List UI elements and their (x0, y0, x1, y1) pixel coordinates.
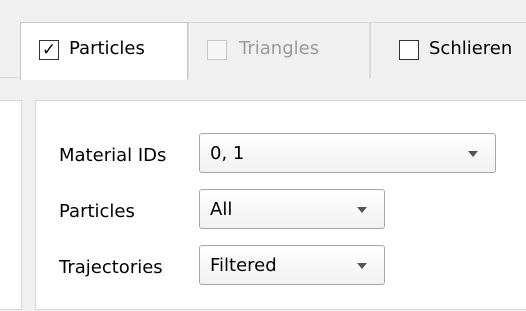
trajectories-label: Trajectories (59, 257, 163, 278)
material-ids-value: 0, 1 (210, 143, 245, 164)
tab-triangles-label: Triangles (239, 38, 320, 59)
tab-schlieren-label: Schlieren (429, 38, 513, 59)
tab-particles-label: Particles (69, 38, 145, 59)
chevron-down-icon (357, 263, 367, 269)
trajectories-dropdown[interactable]: Filtered (199, 245, 385, 285)
particles-label: Particles (59, 201, 135, 222)
material-ids-label: Material IDs (59, 145, 167, 166)
trajectories-value: Filtered (210, 255, 277, 276)
tab-schlieren[interactable]: Schlieren (370, 22, 526, 78)
schlieren-checkbox[interactable] (399, 40, 419, 60)
triangles-checkbox (207, 40, 227, 60)
adjacent-panel-edge (0, 100, 22, 310)
particles-dropdown[interactable]: All (199, 189, 385, 229)
chevron-down-icon (357, 207, 367, 213)
particles-settings-panel: Material IDs 0, 1 Particles All Trajecto… (35, 100, 526, 310)
material-ids-dropdown[interactable]: 0, 1 (199, 133, 496, 173)
particles-checkbox[interactable]: ✓ (39, 40, 59, 60)
tab-particles[interactable]: ✓ Particles (20, 22, 188, 80)
tab-triangles[interactable]: Triangles (188, 22, 370, 78)
chevron-down-icon (468, 151, 478, 157)
particles-value: All (210, 199, 233, 220)
